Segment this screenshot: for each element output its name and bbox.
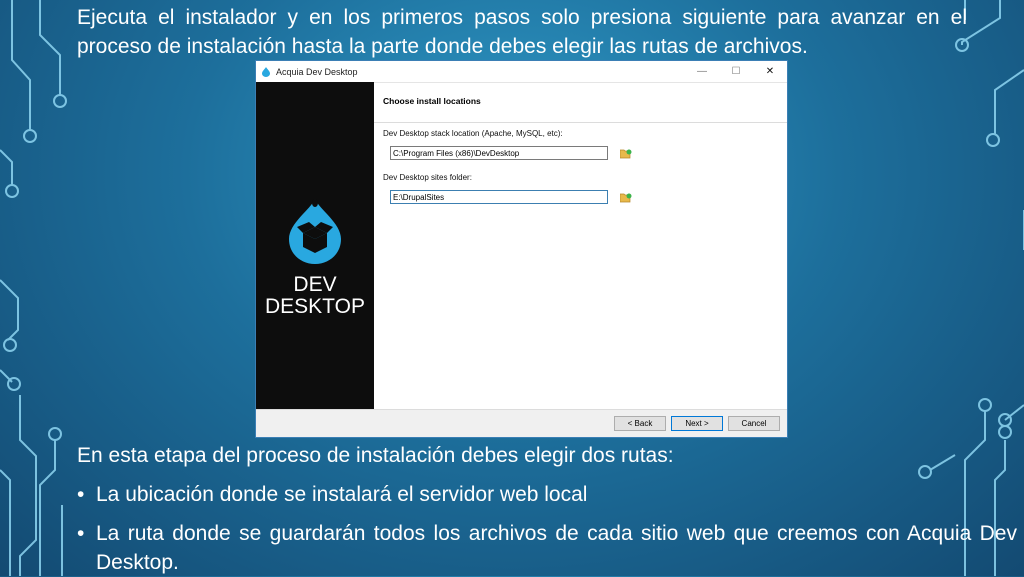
bullet-text-1: La ubicación donde se instalará el servi… <box>96 483 588 506</box>
bullet-text-2: La ruta donde se guardarán todos los arc… <box>96 522 1017 574</box>
brand-line-2: DESKTOP <box>265 295 365 318</box>
page-header: Choose install locations <box>374 82 787 123</box>
next-button[interactable]: Next > <box>671 416 723 431</box>
title-bar: Acquia Dev Desktop — ☐ ✕ <box>256 61 787 83</box>
drupal-drop-logo <box>289 199 341 264</box>
bullet-marker: • <box>77 522 85 545</box>
stack-location-input[interactable] <box>390 146 608 160</box>
intro-line-1: Ejecuta el instalador y en los primeros … <box>77 6 967 29</box>
cancel-button[interactable]: Cancel <box>728 416 780 431</box>
brand-panel: DEV DESKTOP <box>256 82 374 412</box>
sites-folder-label: Dev Desktop sites folder: <box>383 173 472 182</box>
browse-folder-icon[interactable] <box>620 148 632 159</box>
install-locations-page: Choose install locations Dev Desktop sta… <box>374 82 787 412</box>
button-bar: < Back Next > Cancel <box>256 409 787 437</box>
intro-line-2: proceso de instalación hasta la parte do… <box>77 35 808 58</box>
drupal-app-icon <box>262 66 270 77</box>
close-button[interactable]: ✕ <box>753 66 787 77</box>
bullet-item: • La ruta donde se guardarán todos los a… <box>77 519 1017 577</box>
browse-folder-icon[interactable] <box>620 192 632 203</box>
bullet-marker: • <box>77 483 85 506</box>
minimize-button[interactable]: — <box>685 66 719 77</box>
brand-line-1: DEV <box>293 273 337 296</box>
sites-folder-input[interactable] <box>390 190 608 204</box>
maximize-button[interactable]: ☐ <box>719 66 753 77</box>
installer-dialog: Acquia Dev Desktop — ☐ ✕ DEV DESKTOP Cho… <box>255 60 788 438</box>
window-title: Acquia Dev Desktop <box>276 66 358 77</box>
intro-paragraph: Ejecuta el instalador y en los primeros … <box>77 3 967 61</box>
bullet-item: • La ubicación donde se instalará el ser… <box>77 480 1017 509</box>
page-title: Choose install locations <box>383 96 481 106</box>
stack-location-label: Dev Desktop stack location (Apache, MySQ… <box>383 129 563 138</box>
stage-text: En esta etapa del proceso de instalación… <box>77 444 674 467</box>
explanation-block: En esta etapa del proceso de instalación… <box>77 441 1017 577</box>
back-button[interactable]: < Back <box>614 416 666 431</box>
